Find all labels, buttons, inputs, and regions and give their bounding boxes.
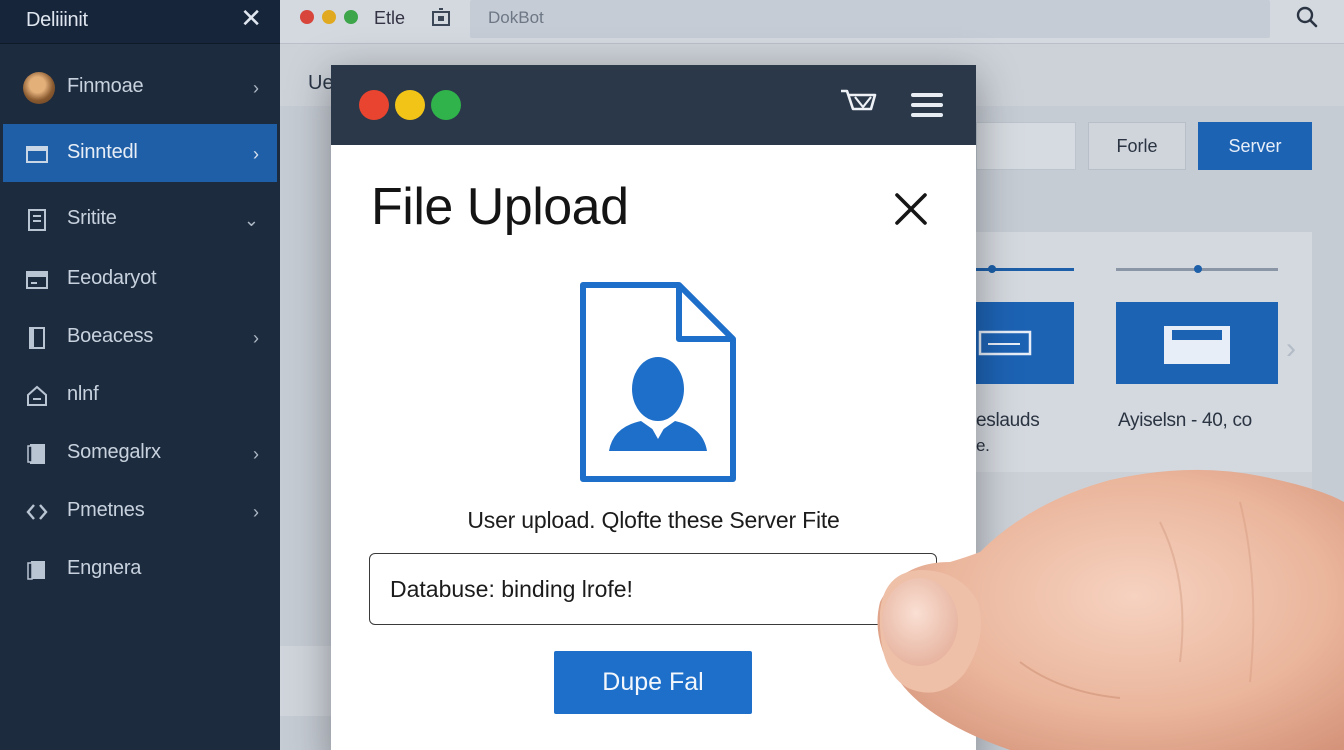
card-progress-knob-left (988, 265, 996, 273)
sidebar-item-somegalrx[interactable]: Somegalrx › (3, 424, 277, 482)
home-icon (27, 385, 47, 406)
file-menu[interactable]: Etle (374, 8, 405, 29)
sidebar-item-label: Sritite (67, 207, 117, 229)
sidebar-item-label: Boeacess (67, 325, 154, 347)
chevron-right-icon: › (253, 444, 259, 464)
filter-input[interactable] (976, 122, 1076, 170)
user-file-icon (580, 282, 736, 482)
dialog-titlebar (331, 65, 976, 145)
sidebar-close-icon[interactable]: ✕ (240, 5, 262, 31)
database-binding-input[interactable] (369, 553, 937, 625)
monitor-icon (978, 330, 1032, 356)
window-icon (26, 271, 48, 289)
next-arrow-icon[interactable]: › (1286, 332, 1296, 366)
sidebar-item-sritite[interactable]: Sritite ⌄ (3, 190, 277, 248)
menu-icon[interactable] (911, 91, 943, 119)
close-window-dot[interactable] (300, 10, 314, 24)
sidebar-item-pmetnes[interactable]: Pmetnes › (3, 482, 277, 540)
dialog-title: File Upload (371, 178, 629, 236)
sidebar-title: Deliiinit (26, 9, 88, 31)
dialog-maximize-dot[interactable] (431, 90, 461, 120)
code-icon (26, 504, 48, 520)
folder-icon (26, 146, 48, 163)
close-icon[interactable] (891, 189, 931, 229)
sidebar-item-eeodaryot[interactable]: Eeodaryot (3, 250, 277, 308)
cart-icon[interactable] (839, 87, 877, 119)
sidebar-item-nlnf[interactable]: nlnf (3, 366, 277, 424)
dialog-close-dot[interactable] (359, 90, 389, 120)
card-thumbnail-right[interactable] (1116, 302, 1278, 384)
chevron-right-icon: › (253, 78, 259, 98)
card-caption-right: Ayiselsn - 40, co (1118, 410, 1252, 431)
avatar (23, 72, 55, 104)
maximize-window-dot[interactable] (344, 10, 358, 24)
content-header-label: Ue (308, 72, 334, 94)
dialog-minimize-dot[interactable] (395, 90, 425, 120)
card-thumbnail-left[interactable] (976, 302, 1074, 384)
sidebar-item-boeacess[interactable]: Boeacess › (3, 308, 277, 366)
search-bar-text: DokBot (488, 8, 544, 27)
card-progress-knob-right (1194, 265, 1202, 273)
chevron-down-icon: ⌄ (243, 210, 259, 230)
chevron-right-icon: › (253, 328, 259, 348)
forle-button[interactable]: Forle (1088, 122, 1186, 170)
server-button[interactable]: Server (1198, 122, 1312, 170)
file-stack-icon (27, 561, 45, 580)
sidebar-header: Deliiinit ✕ (0, 0, 280, 44)
minimize-window-dot[interactable] (322, 10, 336, 24)
book-icon (29, 327, 45, 349)
sidebar-item-label: Eeodaryot (67, 267, 157, 289)
search-bar[interactable] (470, 0, 1270, 38)
sidebar-item-label: Pmetnes (67, 499, 145, 521)
search-icon[interactable] (1294, 4, 1320, 30)
chevron-right-icon: › (253, 502, 259, 522)
sidebar-item-finmoae[interactable]: Finmoae › (3, 58, 277, 116)
sidebar-item-label: Somegalrx (67, 441, 161, 463)
inbox-icon (1164, 326, 1230, 364)
sidebar-item-label: Finmoae (67, 75, 144, 97)
sidebar-item-label: Engnera (67, 557, 142, 579)
notebook-icon (27, 444, 45, 464)
card-caption-left-sub: e. (976, 436, 990, 455)
home-icon[interactable] (430, 6, 452, 28)
dupe-file-button[interactable]: Dupe Fal (554, 651, 752, 714)
sidebar-item-label: nlnf (67, 383, 99, 405)
sidebar-item-sinntedl[interactable]: Sinntedl › (3, 124, 277, 182)
card-caption-left: eslauds (976, 410, 1040, 431)
hand-image (877, 469, 1344, 750)
sidebar: Deliiinit ✕ Finmoae › Sinntedl › Sritite… (0, 0, 280, 750)
document-icon (28, 209, 46, 231)
sidebar-item-label: Sinntedl (67, 141, 138, 163)
sidebar-item-engnera[interactable]: Engnera (3, 540, 277, 598)
chevron-right-icon: › (253, 144, 259, 164)
